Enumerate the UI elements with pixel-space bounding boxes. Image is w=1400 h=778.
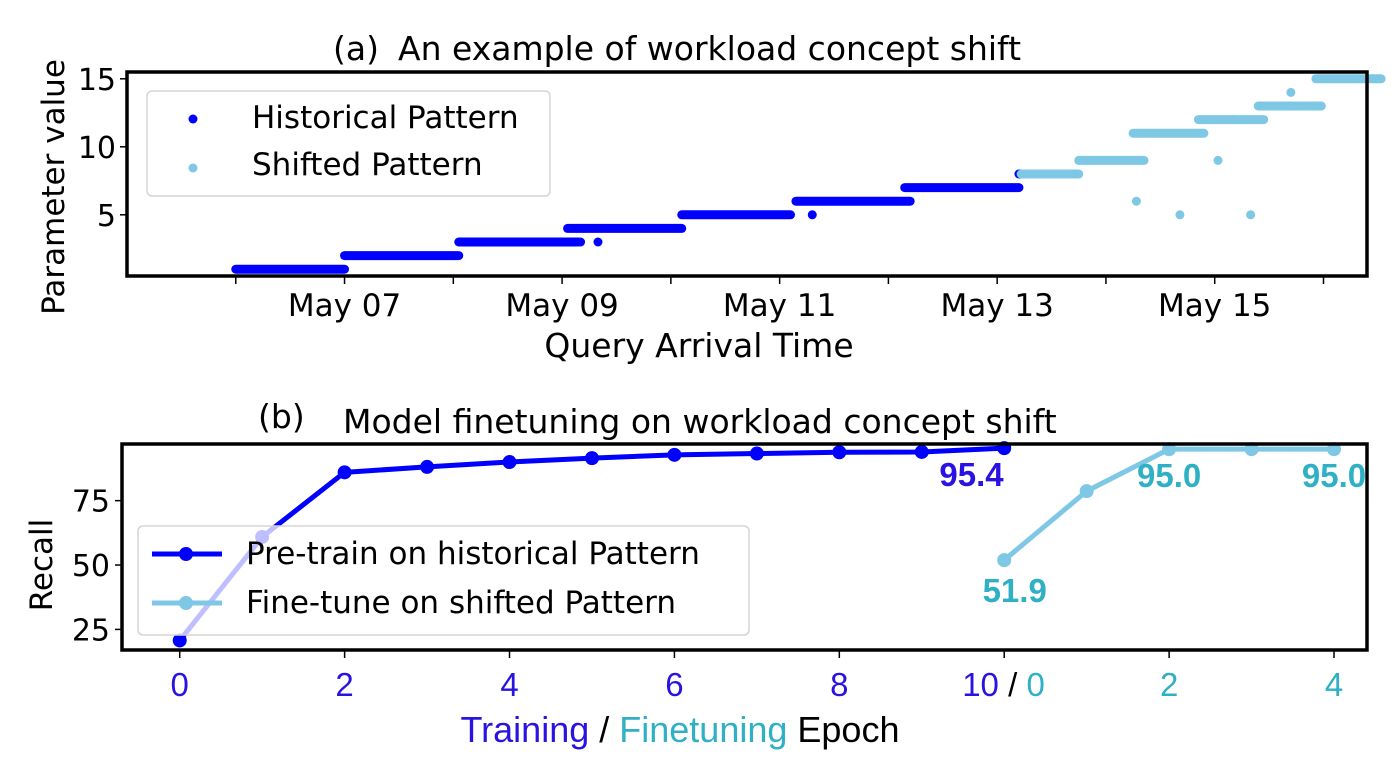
x-tick-label-part: / [999, 666, 1027, 703]
panel-a-title: An example of workload concept shift [398, 29, 1021, 68]
panel-a-scatter-chart: (a) An example of workload concept shift… [36, 29, 1386, 365]
data-label: 51.9 [983, 572, 1047, 609]
panel-a-x-axis-label: Query Arrival Time [544, 326, 853, 365]
panel-a-label: (a) [333, 29, 379, 68]
x-tick-label: May 15 [1158, 288, 1271, 324]
scatter-point [1175, 210, 1185, 220]
x-tick-label: May 11 [723, 288, 836, 324]
scatter-point [807, 210, 817, 220]
x-axis-label-part: / [589, 709, 619, 750]
panel-b-x-axis-label: Training / Finetuning Epoch [461, 709, 900, 750]
x-tick-label-part: 4 [1325, 666, 1343, 703]
legend-label-historical-pattern: Historical Pattern [252, 100, 519, 136]
finetune-point [1079, 484, 1094, 499]
panel-b-label: (b) [258, 397, 305, 436]
panel-b-title: Model finetuning on workload concept shi… [343, 402, 1057, 441]
panel-b-y-ticks: 25 50 75 [72, 485, 122, 648]
legend-marker-shifted-pattern [188, 163, 198, 173]
x-tick-label: May 07 [288, 288, 401, 324]
x-tick-label: 6 [665, 666, 683, 703]
legend-label-pretrain: Pre-train on historical Pattern [246, 536, 700, 572]
panel-a-y-ticks: 5 10 15 [78, 63, 127, 234]
panel-a-legend: Historical Pattern Shifted Pattern [146, 90, 551, 197]
scatter-point [1286, 87, 1296, 97]
x-tick-label-part: 0 [1026, 666, 1044, 703]
x-tick-label-part: 10 [962, 666, 999, 703]
y-tick-label: 50 [72, 549, 110, 584]
x-tick-label: 0 [171, 666, 189, 703]
x-tick-label: 4 [1325, 666, 1343, 703]
panel-b-line-chart: (b) Model finetuning on workload concept… [24, 397, 1369, 750]
x-tick-label-part: 2 [1160, 666, 1178, 703]
x-tick-label-part: 0 [171, 666, 189, 703]
pretrain-point [749, 446, 764, 461]
x-axis-label-part: Epoch [787, 709, 899, 750]
pretrain-point [914, 444, 929, 459]
x-tick-label: 2 [335, 666, 353, 703]
panel-a-x-ticks: May 07 May 09 May 11 May 13 May 15 [235, 276, 1325, 324]
x-tick-label: 4 [500, 666, 518, 703]
legend-marker-finetune [179, 596, 193, 610]
y-tick-label: 75 [72, 485, 110, 520]
legend-marker-pretrain [179, 547, 193, 561]
panel-b-legend: Pre-train on historical Pattern Fine-tun… [137, 525, 750, 636]
x-tick-label: 2 [1160, 666, 1178, 703]
finetune-point [997, 553, 1012, 568]
pretrain-point [502, 455, 517, 470]
pretrain-point [420, 459, 435, 474]
y-tick-label: 5 [97, 199, 116, 234]
panel-b-y-axis-label: Recall [24, 519, 60, 612]
scatter-point [593, 237, 603, 247]
x-tick-label-part: 6 [665, 666, 683, 703]
pretrain-point [832, 445, 847, 460]
pretrain-point [667, 447, 682, 462]
data-label: 95.0 [1137, 457, 1201, 494]
panel-b-x-ticks: 0 2 4 6 8 10 / 0 2 4 [171, 650, 1343, 703]
x-tick-label: May 09 [505, 288, 618, 324]
x-tick-label-part: 4 [500, 666, 518, 703]
x-axis-label-part: Finetuning [619, 709, 787, 750]
x-tick-label-part: 8 [830, 666, 848, 703]
x-axis-label-part: Training [461, 709, 590, 750]
y-tick-label: 10 [78, 131, 116, 166]
scatter-point [1228, 115, 1238, 125]
x-tick-label: 8 [830, 666, 848, 703]
panel-b-data-labels: 95.4 51.9 95.0 95.0 [939, 456, 1366, 609]
y-tick-label: 15 [78, 63, 116, 98]
figure: (a) An example of workload concept shift… [24, 29, 1386, 750]
data-label: 95.0 [1302, 457, 1366, 494]
legend-marker-historical-pattern [188, 114, 198, 124]
legend-label-shifted-pattern: Shifted Pattern [252, 147, 483, 183]
y-tick-label: 25 [72, 613, 110, 648]
x-tick-label: May 13 [940, 288, 1053, 324]
x-tick-label: 10 / 0 [962, 666, 1045, 703]
scatter-point [576, 237, 586, 247]
pretrain-point [337, 465, 352, 480]
scatter-point [1131, 196, 1141, 206]
pretrain-point [584, 451, 599, 466]
scatter-point [1213, 155, 1223, 165]
scatter-point [1246, 210, 1256, 220]
panel-a-y-axis-label: Parameter value [36, 59, 72, 315]
legend-label-finetune: Fine-tune on shifted Pattern [246, 585, 676, 621]
data-label: 95.4 [939, 456, 1004, 493]
x-tick-label-part: 2 [335, 666, 353, 703]
scatter-point [1197, 128, 1207, 138]
